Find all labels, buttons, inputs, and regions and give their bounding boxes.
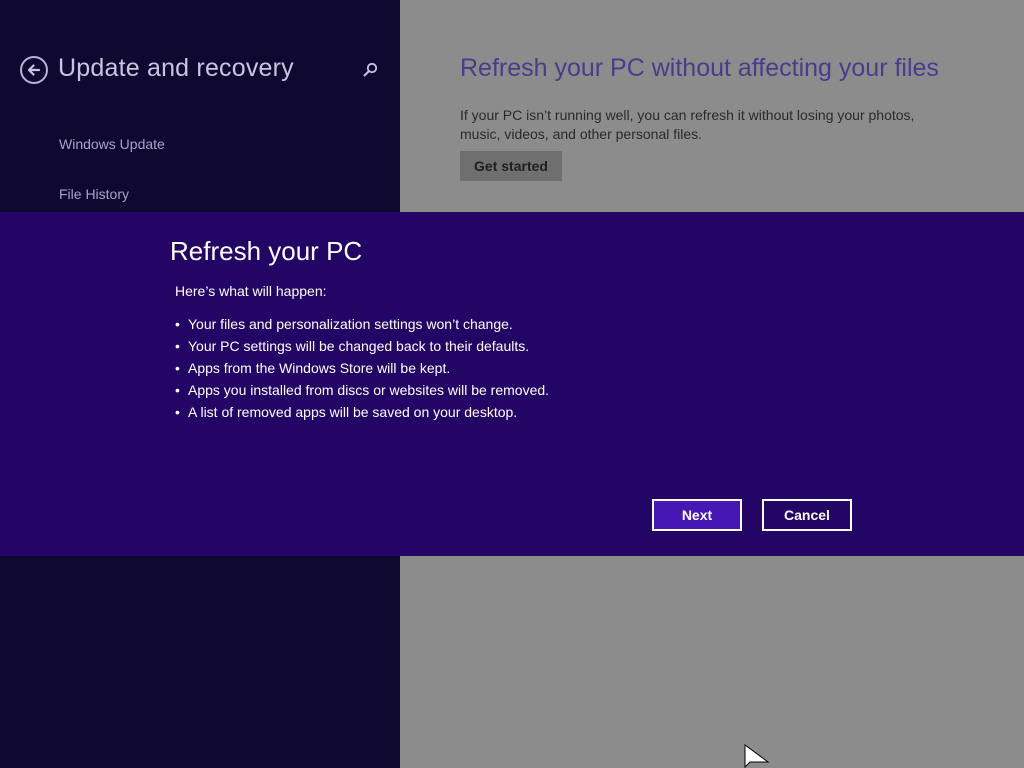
content-heading: Refresh your PC without affecting your f… [460, 54, 939, 82]
search-button[interactable] [360, 60, 380, 80]
list-item: • Apps from the Windows Store will be kep… [175, 357, 549, 379]
dialog-intro: Here’s what will happen: [175, 283, 327, 299]
next-button[interactable]: Next [652, 499, 742, 531]
back-button[interactable] [20, 56, 48, 84]
list-item-text: Your PC settings will be changed back to… [188, 338, 530, 354]
bullet: • [175, 382, 180, 398]
bullet: • [175, 338, 180, 354]
bullet: • [175, 404, 180, 420]
bullet: • [175, 360, 180, 376]
bullet: • [175, 316, 180, 332]
refresh-dialog: Refresh your PC Here’s what will happen:… [0, 212, 1024, 556]
content-description: If your PC isn’t running well, you can r… [460, 107, 915, 142]
search-icon [363, 62, 378, 77]
list-item-text: A list of removed apps will be saved on … [188, 404, 518, 420]
list-item: • Your PC settings will be changed back t… [175, 335, 549, 357]
mouse-pointer-icon [744, 744, 770, 768]
dialog-title: Refresh your PC [170, 236, 363, 266]
list-item: • A list of removed apps will be saved on… [175, 401, 549, 423]
dialog-bullet-list: • Your files and personalization settings… [175, 313, 549, 423]
back-arrow-icon [27, 64, 41, 76]
nav-item-file-history[interactable]: File History [59, 186, 129, 202]
list-item: • Apps you installed from discs or websit… [175, 379, 549, 401]
get-started-button[interactable]: Get started [460, 151, 562, 181]
pane-title: Update and recovery [58, 54, 294, 82]
nav-item-windows-update[interactable]: Windows Update [59, 136, 165, 152]
list-item-text: Apps you installed from discs or website… [188, 382, 550, 398]
list-item: • Your files and personalization settings… [175, 313, 549, 335]
list-item-text: Apps from the Windows Store will be kept… [188, 360, 451, 376]
cancel-button[interactable]: Cancel [762, 499, 852, 531]
list-item-text: Your files and personalization settings … [188, 316, 513, 332]
